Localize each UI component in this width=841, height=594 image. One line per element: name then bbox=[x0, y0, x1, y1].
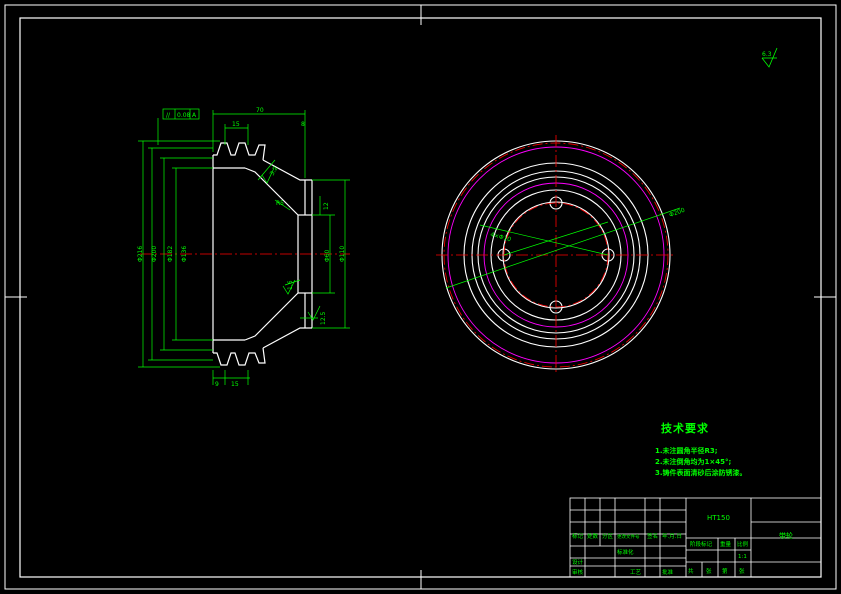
dim-small-top: 8 bbox=[301, 121, 305, 128]
dim-dia-bore: Φ136 bbox=[181, 246, 188, 262]
tb-label-design: 设计 bbox=[572, 558, 584, 566]
tb-label-total: 共 bbox=[688, 567, 694, 575]
dim-thickness: 12 bbox=[323, 202, 330, 210]
tb-part-name: 带轮 bbox=[779, 531, 793, 540]
cad-drawing: // 0.08 A 70 15 8 15 9 Φ216 Φ200 Φ182 Φ1… bbox=[4, 4, 837, 590]
roughness-symbols bbox=[261, 167, 321, 321]
dim-small-bottom: 9 bbox=[215, 381, 219, 388]
tb-label-scale: 比例 bbox=[737, 540, 749, 548]
dim-bolt-circle: Φ200 bbox=[668, 207, 686, 219]
centering-marks bbox=[5, 5, 836, 589]
tech-req-line-1: 1.未注圆角半径R3; bbox=[655, 447, 718, 455]
tb-label-stage: 阶段标记 bbox=[690, 540, 713, 548]
dim-dia-hub-outer: Φ110 bbox=[339, 246, 346, 262]
tech-req-line-3: 3.铸件表面清砂后涂防锈漆。 bbox=[655, 469, 747, 477]
tb-label-sheet-2: 张 bbox=[739, 567, 745, 575]
roughness-value-3: 12.5 bbox=[320, 311, 327, 325]
tb-scale-value: 1:1 bbox=[738, 554, 747, 560]
tb-label-date: 年.月.日 bbox=[662, 532, 682, 540]
tb-label-sign: 签名 bbox=[647, 532, 658, 540]
front-dimensions bbox=[445, 207, 681, 289]
tb-label-sheet: 张 bbox=[706, 567, 712, 575]
dim-total-width: 70 bbox=[256, 107, 264, 114]
tb-label-zone: 分区 bbox=[602, 532, 614, 540]
tb-label-weight: 重量 bbox=[720, 540, 732, 548]
dim-dia-outer: Φ216 bbox=[137, 246, 144, 262]
roughness-value-2: 1.6 bbox=[287, 280, 294, 290]
dim-dia-pitch: Φ200 bbox=[151, 246, 158, 262]
front-view: Φ200 4×Φ10 bbox=[436, 135, 686, 375]
dim-dia-inner: Φ182 bbox=[167, 246, 174, 262]
tech-req-line-2: 2.未注倒角均为1×45°; bbox=[655, 458, 732, 466]
dim-groove-width: 15 bbox=[232, 121, 240, 128]
dim-groove-width-bottom: 15 bbox=[231, 381, 239, 388]
tb-label-mark: 标记 bbox=[572, 532, 584, 540]
tb-label-count: 处数 bbox=[587, 532, 599, 540]
section-view: // 0.08 A 70 15 8 15 9 Φ216 Φ200 Φ182 Φ1… bbox=[137, 107, 350, 388]
surface-finish-symbol: 6.3 bbox=[761, 47, 778, 68]
tb-label-process: 工艺 bbox=[630, 569, 642, 576]
technical-requirements: 技术要求 1.未注圆角半径R3; 2.未注倒角均为1×45°; 3.铸件表面清砂… bbox=[655, 420, 747, 479]
tb-label-review: 审核 bbox=[572, 568, 584, 576]
tb-label-approve: 批准 bbox=[662, 568, 674, 576]
tol-frame-datum: A bbox=[192, 112, 197, 119]
dim-radius: R5 bbox=[276, 200, 284, 207]
tb-material: HT150 bbox=[707, 514, 730, 522]
roughness-value-1: 3.2 bbox=[269, 165, 280, 177]
outer-border bbox=[4, 4, 837, 590]
dim-dia-hub: Φ60 bbox=[324, 249, 331, 262]
inner-border bbox=[19, 17, 822, 578]
surface-finish-value: 6.3 bbox=[762, 51, 772, 58]
tech-req-title: 技术要求 bbox=[661, 422, 709, 435]
tb-label-change-doc: 更改文件号 bbox=[617, 533, 640, 540]
tol-frame-symbol: // bbox=[166, 112, 171, 119]
tol-frame-value: 0.08 bbox=[177, 112, 191, 119]
tb-label-standard: 标准化 bbox=[617, 548, 634, 556]
tb-label-no: 第 bbox=[722, 567, 728, 575]
front-centerlines bbox=[436, 135, 676, 375]
